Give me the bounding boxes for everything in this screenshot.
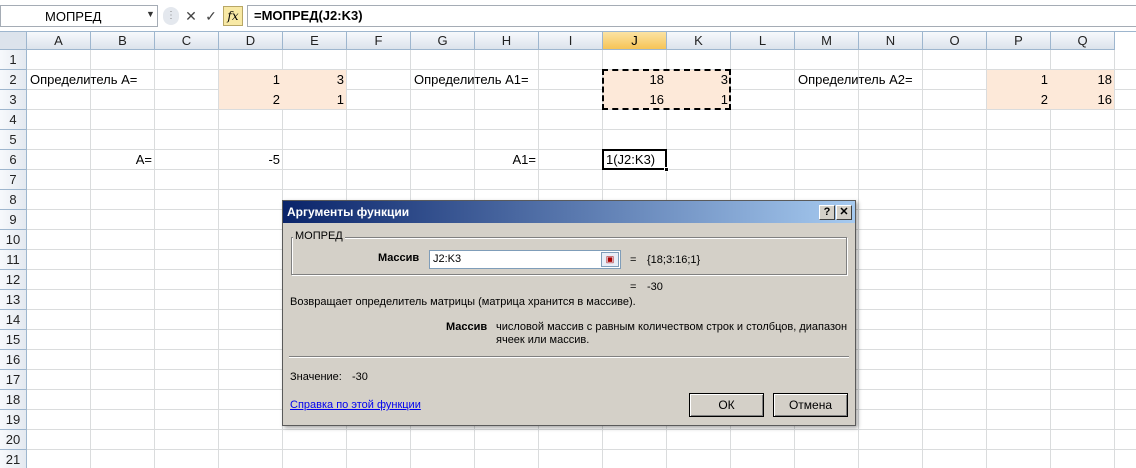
enter-check-icon[interactable]: ✓ (201, 5, 221, 27)
value-label: Значение: (290, 371, 342, 383)
row-header-11[interactable]: 11 (0, 250, 27, 270)
chevron-down-icon[interactable]: ▼ (146, 9, 155, 19)
dialog-title[interactable]: Аргументы функции (283, 201, 855, 223)
row-header-21[interactable]: 21 (0, 450, 27, 468)
row-header-3[interactable]: 3 (0, 90, 27, 110)
column-header-p[interactable]: P (987, 32, 1051, 50)
cell-k3[interactable]: 1 (667, 90, 731, 110)
cell-k2[interactable]: 3 (667, 70, 731, 90)
formula-bar-grip-icon[interactable]: ⋮ (163, 7, 179, 25)
row-header-9[interactable]: 9 (0, 210, 27, 230)
function-name: МОПРЕД (293, 230, 345, 242)
argument-input[interactable]: J2:K3 (429, 250, 621, 269)
row-header-15[interactable]: 15 (0, 330, 27, 350)
formula-input[interactable]: =МОПРЕД(J2:K3) (247, 5, 1136, 27)
row-header-19[interactable]: 19 (0, 410, 27, 430)
argument-result-eq: = (630, 254, 637, 266)
ok-button[interactable]: ОК (689, 393, 764, 417)
cell-b6[interactable]: А= (91, 150, 155, 170)
cell-m2[interactable]: Определитель А2= (795, 70, 916, 90)
row-header-7[interactable]: 7 (0, 170, 27, 190)
name-box-value: МОПРЕД (45, 9, 102, 24)
cell-e2[interactable]: 3 (283, 70, 347, 90)
parameter-name: Массив (446, 321, 488, 333)
column-header-j[interactable]: J (603, 32, 667, 50)
cell-j3[interactable]: 16 (603, 90, 667, 110)
row-header-16[interactable]: 16 (0, 350, 27, 370)
row-header-14[interactable]: 14 (0, 310, 27, 330)
argument-result: {18;3:16;1} (647, 254, 701, 266)
function-arguments-dialog: Аргументы функции ? ✕ МОПРЕД Массив J2:K… (282, 200, 856, 426)
cell-j2[interactable]: 18 (603, 70, 667, 90)
column-header-q[interactable]: Q (1051, 32, 1115, 50)
row-header-1[interactable]: 1 (0, 50, 27, 70)
column-header-f[interactable]: F (347, 32, 411, 50)
cell-j6[interactable]: 1(J2:K3) (603, 150, 658, 170)
cell-d3[interactable]: 2 (219, 90, 283, 110)
select-all-corner[interactable] (0, 32, 27, 50)
cell-a2[interactable]: Определитель А= (27, 70, 140, 90)
cancel-button[interactable]: Отмена (773, 393, 848, 417)
column-header-g[interactable]: G (411, 32, 475, 50)
row-header-8[interactable]: 8 (0, 190, 27, 210)
parameter-description-line1: числовой массив с равным количеством стр… (496, 321, 848, 333)
formula-bar: МОПРЕД ▼ ⋮ ✕ ✓ fx =МОПРЕД(J2:K3) (0, 0, 1136, 32)
column-header-b[interactable]: B (91, 32, 155, 50)
column-header-d[interactable]: D (219, 32, 283, 50)
cell-g2[interactable]: Определитель А1= (411, 70, 532, 90)
parameter-description-line2: ячеек или массив. (496, 334, 590, 346)
column-header-o[interactable]: O (923, 32, 987, 50)
cell-h6[interactable]: А1= (475, 150, 539, 170)
row-header-10[interactable]: 10 (0, 230, 27, 250)
cancel-icon[interactable]: ✕ (181, 5, 201, 27)
row-header-20[interactable]: 20 (0, 430, 27, 450)
fill-handle[interactable] (664, 167, 669, 172)
column-header-e[interactable]: E (283, 32, 347, 50)
cell-q2[interactable]: 18 (1051, 70, 1115, 90)
column-header-n[interactable]: N (859, 32, 923, 50)
argument-label: Массив (378, 252, 420, 264)
value-result: -30 (352, 371, 368, 383)
cell-p3[interactable]: 2 (987, 90, 1051, 110)
divider (289, 356, 849, 358)
row-header-12[interactable]: 12 (0, 270, 27, 290)
row-header-6[interactable]: 6 (0, 150, 27, 170)
column-header-a[interactable]: A (27, 32, 91, 50)
column-header-l[interactable]: L (731, 32, 795, 50)
row-header-2[interactable]: 2 (0, 70, 27, 90)
formula-result: -30 (647, 281, 663, 293)
column-header-i[interactable]: I (539, 32, 603, 50)
row-header-13[interactable]: 13 (0, 290, 27, 310)
row-header-4[interactable]: 4 (0, 110, 27, 130)
cell-e3[interactable]: 1 (283, 90, 347, 110)
cell-d6[interactable]: -5 (219, 150, 283, 170)
formula-result-eq: = (630, 281, 637, 293)
column-header-m[interactable]: M (795, 32, 859, 50)
cell-d2[interactable]: 1 (219, 70, 283, 90)
insert-function-icon[interactable]: fx (223, 6, 243, 26)
column-header-c[interactable]: C (155, 32, 219, 50)
cell-q3[interactable]: 16 (1051, 90, 1115, 110)
name-box[interactable]: МОПРЕД ▼ (0, 5, 158, 27)
function-description: Возвращает определитель матрицы (матрица… (290, 296, 636, 308)
row-header-5[interactable]: 5 (0, 130, 27, 150)
close-icon[interactable]: ✕ (836, 205, 852, 220)
column-header-k[interactable]: K (667, 32, 731, 50)
help-icon[interactable]: ? (819, 205, 835, 220)
collapse-dialog-icon[interactable]: ▣ (601, 252, 619, 267)
column-header-h[interactable]: H (475, 32, 539, 50)
row-header-18[interactable]: 18 (0, 390, 27, 410)
cell-p2[interactable]: 1 (987, 70, 1051, 90)
row-header-17[interactable]: 17 (0, 370, 27, 390)
help-link[interactable]: Справка по этой функции (290, 399, 421, 411)
